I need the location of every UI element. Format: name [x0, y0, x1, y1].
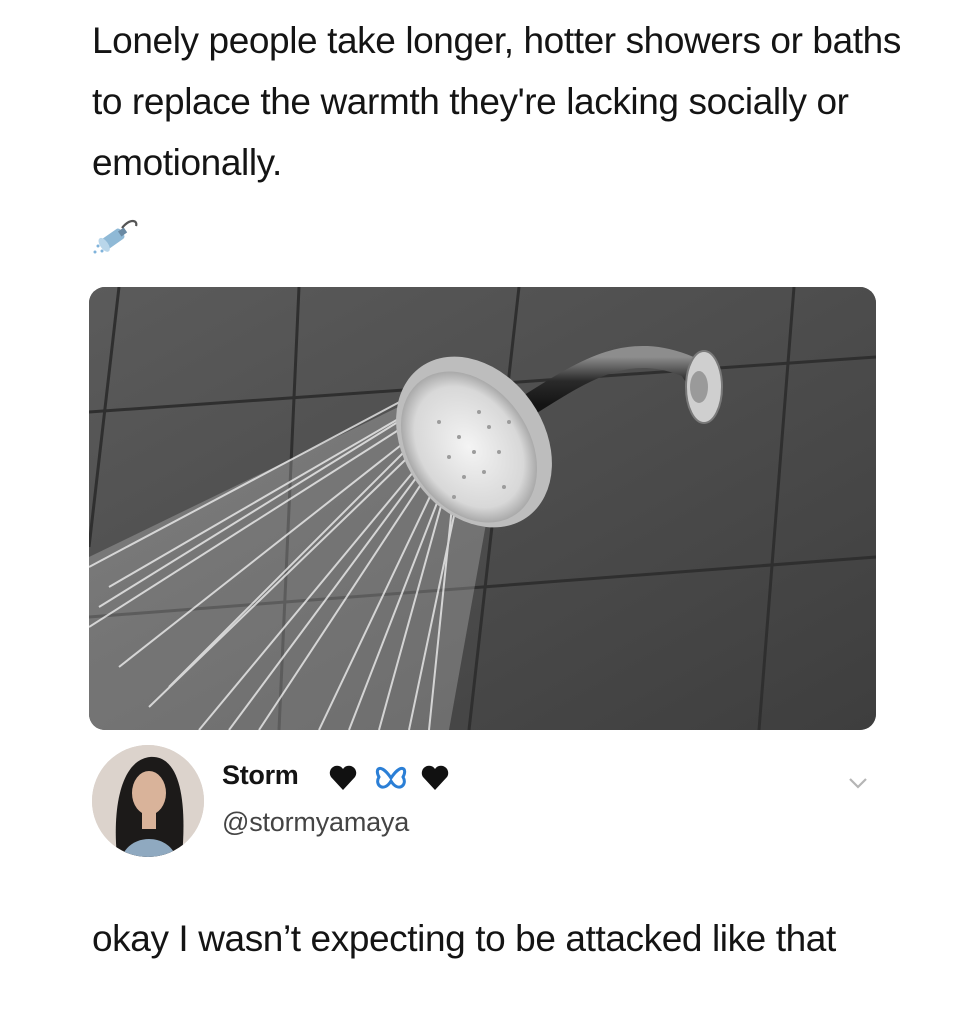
avatar[interactable]: [92, 745, 204, 857]
post-text: Lonely people take longer, hotter shower…: [92, 20, 901, 183]
black-heart-icon: [329, 765, 357, 790]
reply-author[interactable]: Storm @stormyamaya: [92, 745, 882, 860]
handle[interactable]: @stormyamaya: [222, 807, 409, 838]
reply-text: okay I wasn’t expecting to be attacked l…: [92, 918, 836, 959]
shower-photo[interactable]: [89, 287, 876, 730]
black-heart-icon: [421, 765, 449, 790]
blue-butterfly-icon: [375, 767, 407, 789]
chevron-down-icon[interactable]: [844, 773, 872, 793]
shower-icon: [93, 219, 138, 254]
display-name[interactable]: Storm: [222, 760, 299, 791]
name-emojis: [329, 765, 449, 790]
